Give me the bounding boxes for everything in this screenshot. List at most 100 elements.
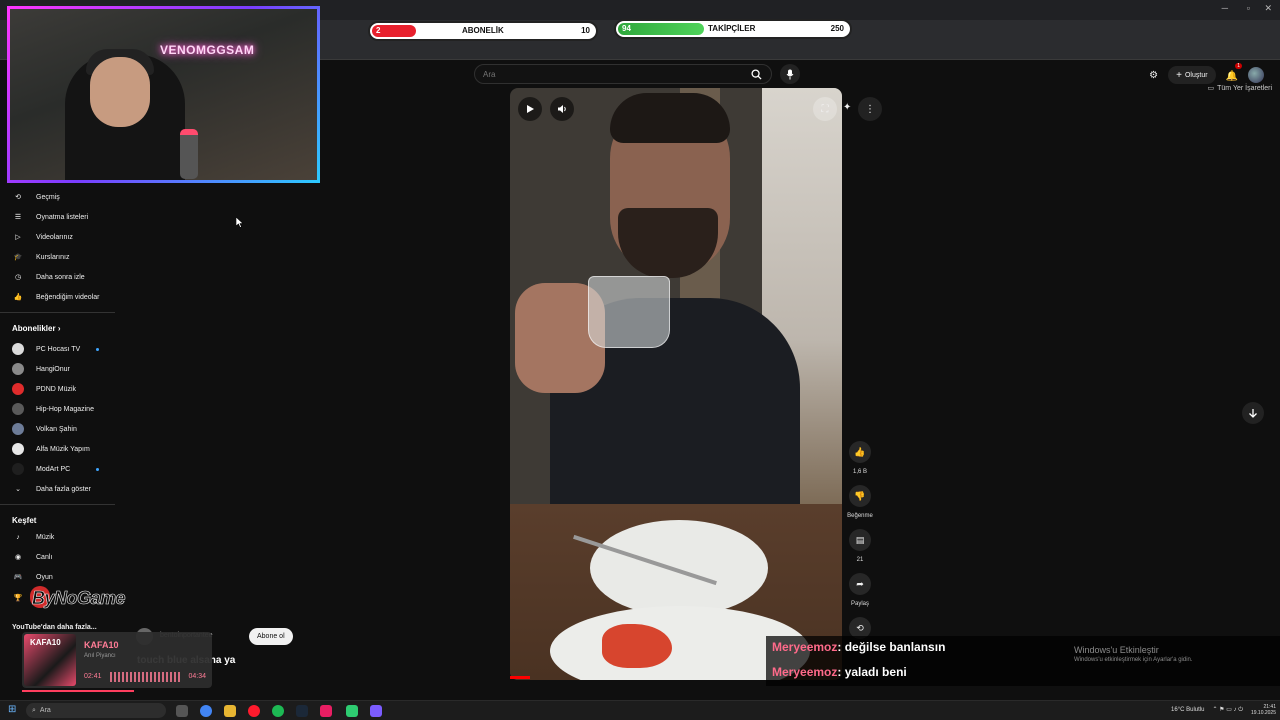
channel-avatar	[12, 343, 24, 355]
avatar[interactable]	[1248, 67, 1264, 83]
sidebar-item[interactable]: ◉ Canlı	[0, 548, 115, 566]
more-vert-icon: ⋮	[865, 103, 875, 115]
spotify-icon[interactable]	[272, 705, 284, 717]
video-progress-bar[interactable]	[510, 676, 530, 679]
tea-glass	[588, 276, 670, 348]
subscriptions-heading[interactable]: Abonelikler ›	[12, 324, 60, 333]
share-label: Paylaş	[850, 601, 869, 607]
weather-widget[interactable]: 16°C Bulutlu	[1171, 707, 1204, 713]
windows-activation-watermark: Windows'u Etkinleştir Windows'u etkinleş…	[1074, 645, 1193, 663]
subscriber-goal-bar: 2 ABONELİK 10	[368, 21, 598, 41]
sparkle-icon[interactable]: ✦	[843, 102, 851, 113]
voice-search-button[interactable]	[780, 64, 800, 84]
notification-badge: 1	[1235, 63, 1242, 69]
sidebar-item[interactable]: ▷ Videolarınız	[0, 228, 115, 246]
task-view-icon[interactable]	[176, 705, 188, 717]
file-explorer-icon[interactable]	[224, 705, 236, 717]
tray-icons[interactable]: ⌃ ⚑ ▭ ♪ ⏻	[1212, 706, 1243, 714]
subscription-item[interactable]: PDND Müzik	[0, 380, 115, 398]
playlist-icon: ☰	[14, 214, 22, 221]
app-icon[interactable]	[346, 705, 358, 717]
volume-button[interactable]	[550, 97, 574, 121]
streamer-face	[90, 57, 150, 127]
subscription-item[interactable]: Hip-Hop Magazine	[0, 400, 115, 418]
bell-icon: 🔔	[1225, 71, 1238, 82]
subscription-label: ModArt PC	[36, 465, 71, 473]
subscription-item[interactable]: Alfa Müzik Yapım	[0, 440, 115, 458]
system-tray: 16°C Bulutlu ⌃ ⚑ ▭ ♪ ⏻ 21:41 19.10.2025	[1171, 704, 1276, 716]
explore-heading: Keşfet	[12, 516, 37, 525]
notifications-button[interactable]: 🔔 1	[1225, 63, 1242, 84]
shorts-gear-icon[interactable]: ⚙	[1149, 70, 1158, 81]
microphone-icon	[786, 69, 794, 79]
steam-icon[interactable]	[296, 705, 308, 717]
app-icon[interactable]	[320, 705, 332, 717]
subscription-item[interactable]: ModArt PC	[0, 460, 115, 478]
sidebar-item[interactable]: ⟲ Geçmiş	[0, 188, 115, 206]
close-icon[interactable]: ✕	[1264, 3, 1272, 14]
plus-icon: +	[1176, 69, 1182, 81]
subscription-item[interactable]: HangiOnur	[0, 360, 115, 378]
subscriber-count: 2	[376, 26, 381, 35]
track-title: KAFA10	[84, 640, 119, 650]
show-more-button[interactable]: ⌄ Daha fazla göster	[0, 480, 115, 498]
channel-avatar	[12, 443, 24, 455]
subscription-item[interactable]: Volkan Şahin	[0, 420, 115, 438]
fullscreen-icon: ⛶	[821, 103, 829, 115]
chat-username: Meryeemoz	[772, 640, 838, 654]
teams-icon[interactable]	[370, 705, 382, 717]
sidebar-item[interactable]: ☰ Oynatma listeleri	[0, 208, 115, 226]
channel-avatar	[12, 403, 24, 415]
dislike-button[interactable]: 👎	[849, 485, 871, 507]
windows-start-icon[interactable]: ⊞	[8, 704, 16, 715]
music-player-widget: KAFA10 KAFA10 Anıl Piyancı 02:41 04:34	[22, 632, 212, 688]
subscribe-button[interactable]: Abone ol	[249, 628, 293, 645]
sidebar-item[interactable]: 🎮 Oyun	[0, 568, 115, 586]
music-note-icon: ♪	[16, 533, 20, 541]
opera-icon[interactable]	[248, 705, 260, 717]
neon-sign: VENOMGGSAM	[160, 43, 255, 57]
subscription-item[interactable]: PC Hocası TV	[0, 340, 115, 358]
sidebar-item[interactable]: ♪ Müzik	[0, 528, 115, 546]
sidebar-item-label: Oynatma listeleri	[36, 213, 89, 221]
share-button[interactable]: ➦	[849, 573, 871, 595]
track-progress-bar	[22, 690, 135, 692]
fullscreen-button[interactable]: ⛶	[813, 97, 837, 121]
sidebar-item-label: Daha sonra izle	[36, 273, 85, 281]
track-artist: Anıl Piyancı	[84, 653, 116, 659]
taskbar-search[interactable]: ⌕ Ara	[26, 703, 166, 718]
chevron-right-icon: ›	[57, 324, 61, 333]
create-button[interactable]: + Oluştur	[1168, 66, 1216, 84]
sidebar-item[interactable]: ◷ Daha sonra izle	[0, 268, 115, 286]
like-button[interactable]: 👍	[849, 441, 871, 463]
arrow-down-icon	[1249, 409, 1257, 418]
like-count: 1,6 B	[852, 469, 867, 475]
track-elapsed: 02:41	[84, 673, 102, 680]
search-button[interactable]	[741, 65, 771, 83]
maximize-icon[interactable]: ▫	[1247, 3, 1250, 13]
search-input[interactable]	[475, 65, 741, 83]
channel-avatar	[12, 383, 24, 395]
share-icon: ➦	[856, 578, 864, 589]
short-video-player[interactable]	[510, 88, 842, 680]
play-button[interactable]	[518, 97, 542, 121]
follower-goal-target: 250	[830, 24, 844, 33]
sidebar-item-label: Geçmiş	[36, 193, 60, 201]
track-duration: 04:34	[188, 673, 206, 680]
sidebar-item-label: Videolarınız	[36, 233, 73, 241]
dislike-label: Beğenme	[847, 513, 873, 519]
clock[interactable]: 21:41 19.10.2025	[1251, 704, 1276, 716]
subscription-label: Hip-Hop Magazine	[36, 405, 94, 413]
more-options-button[interactable]: ⋮	[858, 97, 882, 121]
next-short-button[interactable]	[1242, 402, 1264, 424]
chat-message: Meryeemoz: değilse banlansın	[772, 640, 945, 654]
all-bookmarks-folder[interactable]: ▭ Tüm Yer İşaretleri	[1208, 84, 1272, 93]
sidebar-item[interactable]: 🎓 Kurslarınız	[0, 248, 115, 266]
comments-button[interactable]: ▤	[849, 529, 871, 551]
comment-icon: ▤	[855, 534, 865, 545]
chrome-icon[interactable]	[200, 705, 212, 717]
chat-username: Meryeemoz	[772, 665, 838, 679]
minimize-icon[interactable]: ─	[1222, 3, 1228, 13]
thumb-up-icon: 👍	[13, 294, 23, 301]
sidebar-item[interactable]: 👍 Beğendiğim videolar	[0, 288, 115, 306]
